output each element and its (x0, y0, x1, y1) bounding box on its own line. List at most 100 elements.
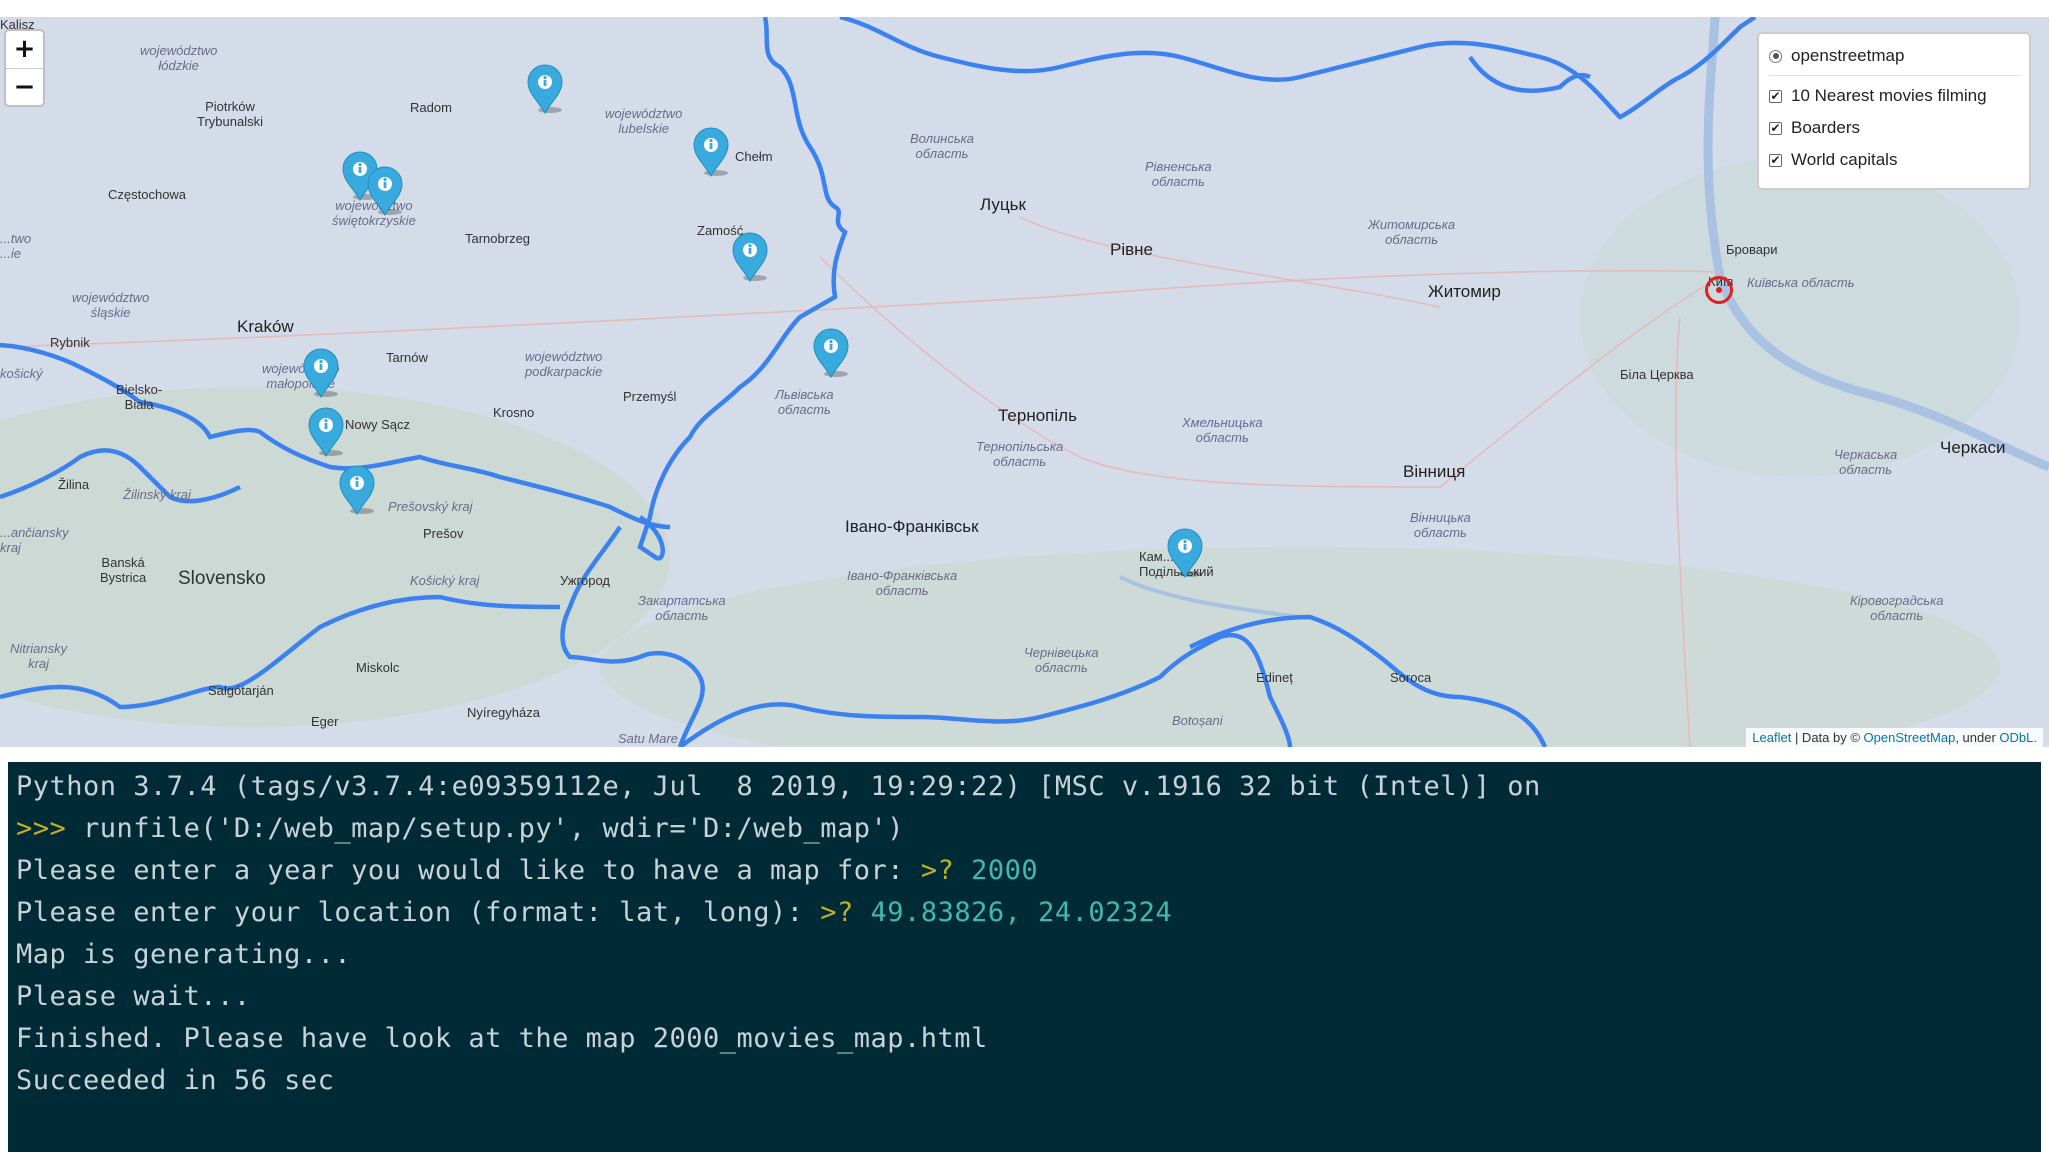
place-presov: Prešov (423, 526, 464, 541)
region-ternopilska: Тернопільська область (976, 439, 1064, 469)
movie-marker-icon[interactable] (336, 464, 378, 516)
capital-marker-icon[interactable] (1705, 276, 1733, 304)
place-rybnik: Rybnik (50, 335, 90, 350)
region-khmelnytska: Хмельницька область (1182, 415, 1263, 445)
region-kosicky: Košický kraj (410, 573, 480, 588)
layer-label: openstreetmap (1791, 46, 1905, 65)
place-bila-tserkva: Біла Церква (1620, 367, 1694, 382)
console-line: Please enter a year you would like to ha… (16, 850, 2033, 892)
place-soroca: Soroca (1390, 670, 1432, 685)
checkbox-icon[interactable]: ✔ (1769, 89, 1782, 103)
console-input-year: 2000 (971, 855, 1039, 886)
movie-marker-icon[interactable] (729, 231, 771, 283)
region-volynska: Волинська область (910, 131, 975, 161)
map[interactable]: Kalisz województwo łódzkie Piotrków Tryb… (0, 17, 2049, 747)
layer-label: 10 Nearest movies filming (1791, 86, 1987, 105)
checkbox-icon[interactable]: ✔ (1769, 121, 1782, 135)
zoom-control: + − (4, 29, 45, 107)
console-text: Finished. Please have look at the map 20… (16, 1023, 988, 1054)
place-zhytomyr: Житомир (1428, 282, 1501, 301)
python-console[interactable]: Python 3.7.4 (tags/v3.7.4:e09359112e, Ju… (8, 762, 2041, 1152)
console-line: Finished. Please have look at the map 20… (16, 1018, 2033, 1060)
place-radom: Radom (410, 100, 452, 115)
checkbox-icon[interactable]: ✔ (1769, 153, 1782, 167)
region-botosani: Botoșani (1172, 713, 1223, 728)
console-prompt: >>> (16, 813, 84, 844)
region-slaskie: województwo śląskie (72, 290, 150, 320)
layer-boarders[interactable]: ✔ Boarders (1769, 112, 2019, 144)
place-eger: Eger (311, 714, 339, 729)
place-ivano-frankivsk: Івано-Франківськ (845, 517, 979, 536)
region-kirovohradska: Кіровоградська область (1850, 593, 1944, 623)
place-slovensko: Slovensko (178, 568, 266, 589)
region-vinnytska: Вінницька область (1410, 510, 1471, 540)
zoom-in-button[interactable]: + (6, 31, 43, 69)
place-edinet: Edineț (1256, 670, 1293, 685)
place-rivne: Рівне (1110, 240, 1153, 259)
odbl-link[interactable]: ODbL. (1999, 730, 2037, 745)
place-uzhhorod: Ужгород (560, 573, 610, 588)
place-krosno: Krosno (493, 405, 535, 420)
console-line: Python 3.7.4 (tags/v3.7.4:e09359112e, Ju… (16, 766, 2033, 808)
console-text: Python 3.7.4 (tags/v3.7.4:e09359112e, Ju… (16, 771, 1541, 802)
region-zilinsky: Žilinský kraj (123, 487, 191, 502)
place-lutsk: Луцьк (980, 195, 1026, 214)
console-text: Map is generating... (16, 939, 352, 970)
movie-marker-icon[interactable] (305, 406, 347, 458)
console-prompt: >? (920, 855, 972, 886)
console-line: Succeeded in 56 sec (16, 1060, 2033, 1102)
place-chelm: Chełm (735, 149, 773, 164)
region-left-edge: ...two ...ie (0, 231, 32, 261)
movie-marker-icon[interactable] (524, 63, 566, 115)
place-banska-bystrica: Banská Bystrica (100, 555, 147, 585)
console-line: Map is generating... (16, 934, 2033, 976)
console-text: Please wait... (16, 981, 251, 1012)
place-salgotarjan: Salgótarján (208, 683, 274, 698)
place-miskolc: Miskolc (356, 660, 400, 675)
console-text: Please enter a year you would like to ha… (16, 855, 921, 886)
console-prompt: >? (820, 897, 871, 928)
openstreetmap-link[interactable]: OpenStreetMap (1864, 730, 1956, 745)
region-zakarpatska: Закарпатська область (638, 593, 726, 623)
place-cherkasy: Черкаси (1940, 438, 2006, 457)
place-vinnytsia: Вінниця (1403, 462, 1466, 481)
console-command: runfile('D:/web_map/setup.py', wdir='D:/… (83, 813, 905, 844)
layer-nearest-movies[interactable]: ✔ 10 Nearest movies filming (1769, 80, 2019, 112)
layer-world-capitals[interactable]: ✔ World capitals (1769, 144, 2019, 176)
place-tarnow: Tarnów (386, 350, 428, 365)
place-nyiregyhaza: Nyíregyháza (467, 705, 540, 720)
attribution-text: | Data by © (1791, 730, 1864, 745)
region-zhytomyrska: Житомирська область (1368, 217, 1456, 247)
movie-marker-icon[interactable] (300, 347, 342, 399)
region-presovsky: Prešovský kraj (388, 499, 473, 514)
console-input-location: 49.83826, 24.02324 (870, 897, 1173, 928)
radio-icon[interactable] (1769, 49, 1782, 63)
leaflet-link[interactable]: Leaflet (1752, 730, 1791, 745)
region-lubelskie: województwo lubelskie (605, 106, 683, 136)
movie-marker-icon[interactable] (1164, 527, 1206, 579)
layer-control: openstreetmap ✔ 10 Nearest movies filmin… (1757, 32, 2031, 190)
region-rivnenska: Рівненська область (1145, 159, 1212, 189)
movie-marker-icon[interactable] (364, 165, 406, 217)
console-line: Please enter your location (format: lat,… (16, 892, 2033, 934)
region-lvivska: Львівська область (775, 387, 834, 417)
place-nowy-sacz: Nowy Sącz (345, 417, 411, 432)
region-ivano-frankivska: Івано-Франківська область (847, 568, 958, 598)
region-banskobystricky: ...ančiansky kraj (0, 525, 69, 555)
place-brovary: Бровари (1726, 242, 1778, 257)
movie-marker-icon[interactable] (690, 126, 732, 178)
place-satu-mare: Satu Mare (618, 731, 678, 746)
region-podkarpackie: województwo podkarpackie (525, 349, 603, 379)
attribution-text: , under (1955, 730, 2000, 745)
console-text: Succeeded in 56 sec (16, 1065, 335, 1096)
region-nitriansky: Nitriansky kraj (10, 641, 68, 671)
place-krakow: Kraków (237, 317, 294, 336)
place-bielsko: Bielsko- Biała (116, 382, 163, 412)
layer-label: World capitals (1791, 150, 1898, 169)
zoom-out-button[interactable]: − (6, 69, 43, 105)
movie-marker-icon[interactable] (810, 327, 852, 379)
console-text: Please enter your location (format: lat,… (16, 897, 821, 928)
region-lodzkie: województwo łódzkie (140, 43, 218, 73)
layer-openstreetmap[interactable]: openstreetmap (1769, 40, 2019, 72)
region-cherkaska: Черкаська область (1834, 447, 1898, 477)
